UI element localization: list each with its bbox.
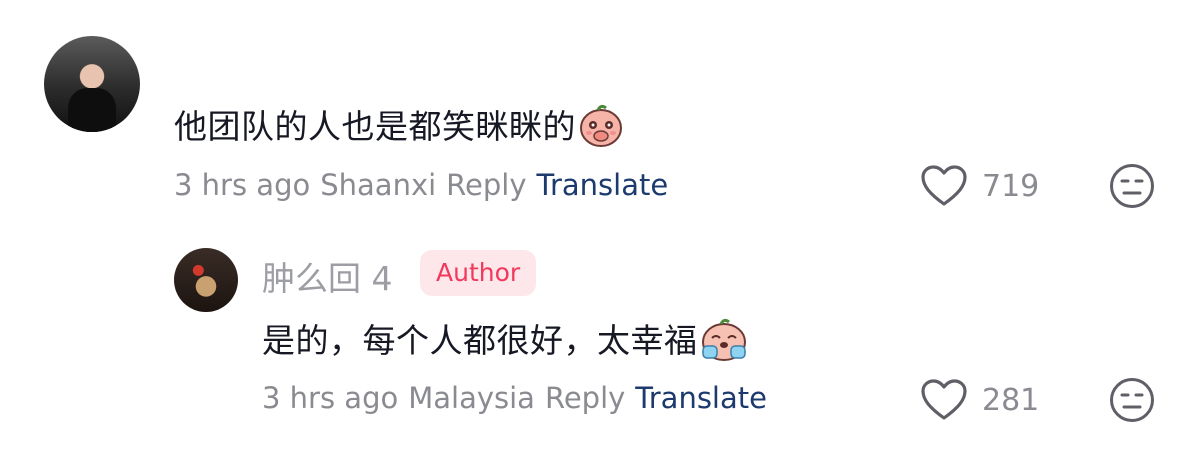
author-avatar[interactable] <box>174 248 238 312</box>
dislike-face-icon[interactable] <box>1109 163 1155 209</box>
comment-location: Shaanxi <box>320 168 437 202</box>
reply-username[interactable]: 肿么回 4 <box>262 252 393 300</box>
heart-icon <box>921 379 967 420</box>
reply-like-button[interactable]: 281 <box>920 378 1039 422</box>
comment-time: 3 hrs ago <box>174 168 311 202</box>
reply-meta: 3 hrs ago Malaysia Reply Translate <box>262 381 767 415</box>
crying-happy-peach-sticker-icon <box>700 316 748 370</box>
reply-reply-button[interactable]: Reply <box>545 381 625 415</box>
comment-like-button[interactable]: 719 <box>920 164 1039 208</box>
comment-translate-button[interactable]: Translate <box>537 168 669 202</box>
reply-time: 3 hrs ago <box>262 381 399 415</box>
comment-text: 他团队的人也是都笑眯眯的 <box>174 107 576 146</box>
reply-text: 是的，每个人都很好，太幸福 <box>262 321 698 360</box>
comment-text-row: 他团队的人也是都笑眯眯的 <box>174 100 624 156</box>
author-badge: Author <box>420 250 537 296</box>
comment-meta: 3 hrs ago Shaanxi Reply Translate <box>174 168 668 202</box>
comment-reply-button[interactable]: Reply <box>446 168 526 202</box>
comment-like-count: 719 <box>982 168 1040 204</box>
heart-icon <box>921 165 967 206</box>
shy-peach-sticker-icon <box>578 102 624 156</box>
reply-translate-button[interactable]: Translate <box>635 381 767 415</box>
commenter-avatar[interactable] <box>44 36 140 132</box>
reply-location: Malaysia <box>408 381 535 415</box>
dislike-face-icon[interactable] <box>1109 377 1155 423</box>
reply-like-count: 281 <box>982 382 1040 418</box>
reply-text-row: 是的，每个人都很好，太幸福 <box>262 314 748 370</box>
